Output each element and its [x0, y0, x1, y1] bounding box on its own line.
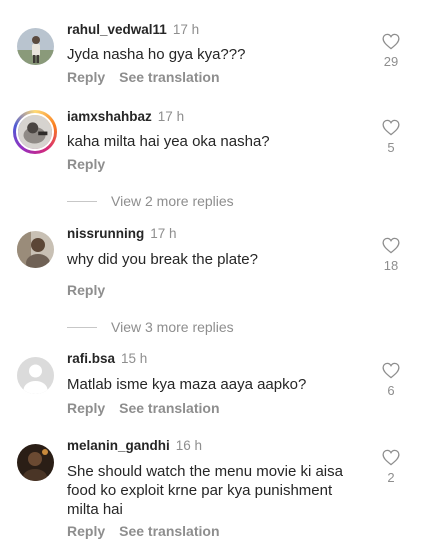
heart-outline-icon	[382, 449, 400, 466]
timestamp: 17 h	[157, 109, 185, 124]
avatar[interactable]	[17, 444, 54, 481]
like-button[interactable]: 5	[376, 119, 406, 155]
avatar-story-ring[interactable]	[13, 110, 57, 154]
profile-photo-icon	[17, 231, 54, 268]
comment-text-line: food ko exploit krne par kya punishment	[67, 482, 333, 499]
username[interactable]: rafi.bsa	[67, 351, 115, 366]
heart-outline-icon	[382, 119, 400, 136]
timestamp: 17 h	[150, 226, 177, 241]
see-translation-button[interactable]: See translation	[119, 523, 219, 539]
comment-actions: Reply See translation	[67, 523, 234, 539]
reply-button[interactable]: Reply	[67, 523, 105, 539]
comment-text: She should watch the menu movie ki aisa …	[67, 462, 367, 519]
reply-button[interactable]: Reply	[67, 156, 105, 172]
divider	[67, 326, 97, 328]
comment-text: why did you break the plate?	[67, 251, 258, 268]
like-button[interactable]: 6	[376, 362, 406, 398]
heart-outline-icon	[382, 362, 400, 379]
see-translation-button[interactable]: See translation	[119, 69, 219, 85]
comment-header: iamxshahbaz 17 h	[67, 109, 184, 124]
like-button[interactable]: 18	[376, 237, 406, 273]
like-count: 2	[387, 470, 395, 485]
profile-photo-icon	[17, 444, 54, 481]
like-count: 29	[383, 54, 399, 69]
like-button[interactable]: 29	[376, 33, 406, 69]
default-avatar-icon	[17, 357, 54, 394]
comment-actions: Reply See translation	[67, 400, 234, 416]
comment-actions: Reply See translation	[67, 69, 234, 85]
comment-text-line: She should watch the menu movie ki aisa	[67, 463, 343, 480]
avatar[interactable]	[17, 28, 54, 65]
username[interactable]: rahul_vedwal11	[67, 22, 167, 37]
comment-header: rafi.bsa 15 h	[67, 351, 147, 366]
like-count: 6	[387, 383, 395, 398]
heart-outline-icon	[382, 237, 400, 254]
view-more-replies-button[interactable]: View 3 more replies	[67, 319, 234, 335]
heart-outline-icon	[382, 33, 400, 50]
like-count: 5	[387, 140, 395, 155]
timestamp: 16 h	[175, 438, 203, 453]
like-button[interactable]: 2	[376, 449, 406, 485]
avatar[interactable]	[17, 357, 54, 394]
comment-header: nissrunning 17 h	[67, 226, 177, 241]
timestamp: 15 h	[121, 351, 148, 366]
comment-text: kaha milta hai yea oka nasha?	[67, 133, 270, 150]
username[interactable]: iamxshahbaz	[67, 109, 152, 124]
username[interactable]: nissrunning	[67, 226, 144, 241]
view-more-replies-label: View 2 more replies	[111, 193, 234, 209]
profile-photo-icon	[18, 115, 52, 149]
comment-actions: Reply	[67, 156, 119, 172]
see-translation-button[interactable]: See translation	[119, 400, 219, 416]
reply-button[interactable]: Reply	[67, 400, 105, 416]
divider	[67, 200, 97, 202]
comment-text-line: milta hai	[67, 501, 123, 518]
reply-button[interactable]: Reply	[67, 69, 105, 85]
comment-header: rahul_vedwal11 17 h	[67, 22, 199, 37]
avatar[interactable]	[17, 231, 54, 268]
reply-button[interactable]: Reply	[67, 282, 105, 298]
comment-actions: Reply	[67, 282, 119, 298]
comment-text: Matlab isme kya maza aaya aapko?	[67, 376, 307, 393]
like-count: 18	[383, 258, 399, 273]
username[interactable]: melanin_gandhi	[67, 438, 170, 453]
profile-photo-icon	[17, 28, 54, 65]
view-more-replies-button[interactable]: View 2 more replies	[67, 193, 234, 209]
comment-text: Jyda nasha ho gya kya???	[67, 46, 246, 63]
timestamp: 17 h	[172, 22, 200, 37]
comment-header: melanin_gandhi 16 h	[67, 438, 202, 453]
view-more-replies-label: View 3 more replies	[111, 319, 234, 335]
